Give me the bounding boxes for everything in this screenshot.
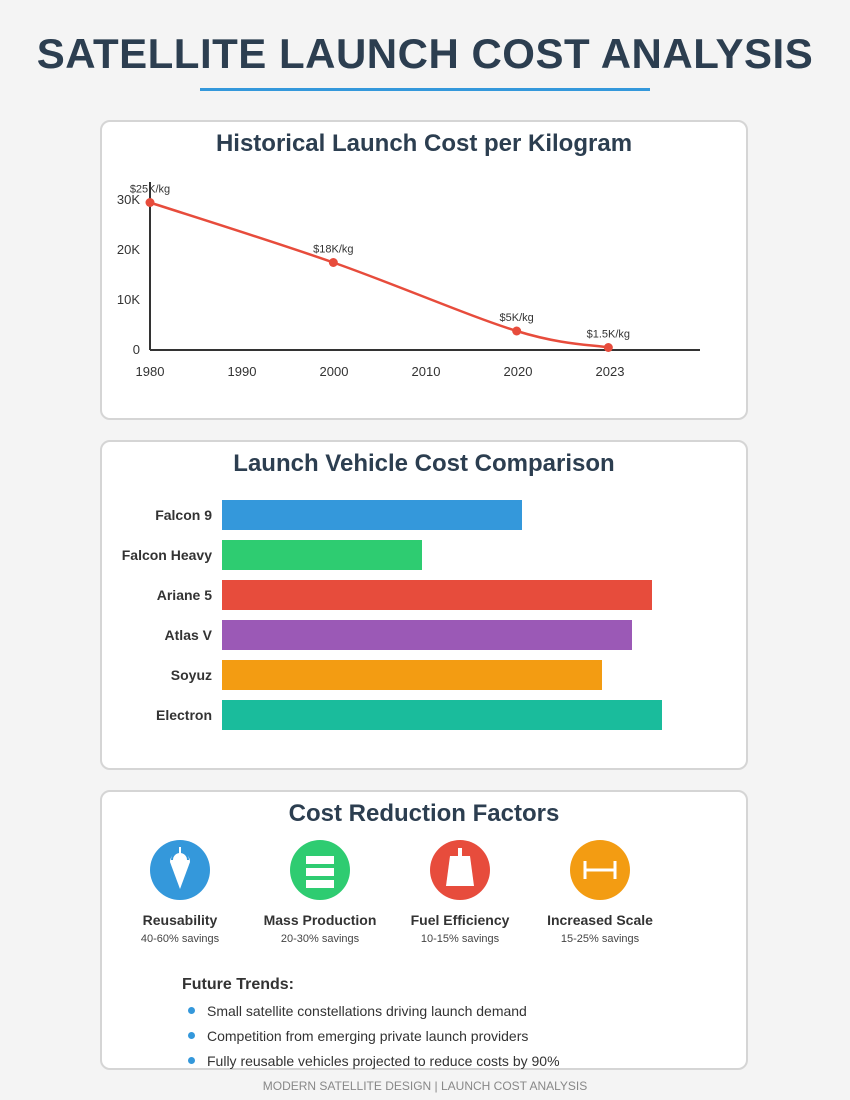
x-tick-label: 1990	[228, 364, 257, 379]
trend-text: Competition from emerging private launch…	[207, 1028, 529, 1044]
bar-ariane-5	[222, 580, 652, 610]
bar-falcon-heavy	[222, 540, 422, 570]
x-tick-label: 2010	[412, 364, 441, 379]
bar-atlas-v	[222, 620, 632, 650]
trend-item: Small satellite constellations driving l…	[188, 1003, 527, 1019]
factor-savings: 40-60% savings	[140, 933, 220, 945]
bar-category-label: Falcon 9	[155, 507, 212, 523]
factor-fuel-efficiency: Fuel Efficiency 10-15% savings	[390, 840, 530, 945]
bar-falcon-9	[222, 500, 522, 530]
factor-name: Reusability	[142, 912, 218, 928]
vehicle-cost-card: Launch Vehicle Cost Comparison Falcon 9F…	[100, 440, 748, 770]
y-tick-label: 0	[133, 342, 140, 357]
trend-text: Small satellite constellations driving l…	[207, 1003, 527, 1019]
cost-series-line	[149, 201, 609, 349]
bar-category-label: Atlas V	[164, 627, 212, 643]
factor-name: Increased Scale	[547, 912, 653, 928]
bar-soyuz	[222, 660, 602, 690]
factor-savings: 15-25% savings	[560, 933, 640, 945]
title-underline	[200, 88, 650, 91]
factor-name: Mass Production	[263, 912, 377, 928]
data-point	[328, 258, 338, 267]
footer: MODERN SATELLITE DESIGN | LAUNCH COST AN…	[262, 1079, 588, 1093]
x-tick-label: 1980	[136, 364, 165, 379]
bullet-icon	[188, 1032, 195, 1039]
trend-item: Competition from emerging private launch…	[188, 1028, 528, 1044]
y-tick-label: 10K	[117, 292, 140, 307]
cost-factors-card: Cost Reduction Factors Reusability 40-60…	[100, 790, 748, 1070]
historical-cost-card: Historical Launch Cost per Kilogram 0 10K…	[100, 120, 748, 420]
data-label: $25K/kg	[130, 184, 170, 196]
factors-title: Cost Reduction Factors	[288, 800, 560, 827]
trend-text: Fully reusable vehicles projected to red…	[207, 1053, 560, 1069]
data-point	[512, 326, 522, 336]
bar-electron	[222, 700, 662, 730]
bar-chart: Falcon 9 Falcon Heavy Ariane 5 Atlas V Soyuz…	[102, 442, 746, 768]
factor-mass-production: Mass Production 20-30% savings	[250, 840, 390, 945]
factor-reusability: Reusability 40-60% savings	[110, 840, 250, 945]
bar-category-label: Soyuz	[170, 667, 212, 683]
bar-category-label: Electron	[155, 707, 212, 723]
data-point	[603, 343, 613, 352]
data-label: $18K/kg	[313, 244, 353, 256]
future-trends-heading: Future Trends:	[182, 976, 295, 993]
bar-category-label: Falcon Heavy	[121, 547, 212, 563]
data-label: $5K/kg	[500, 312, 534, 324]
data-point	[145, 198, 155, 207]
fuel-tank-icon	[430, 840, 490, 900]
stack-icon	[290, 840, 350, 900]
x-tick-label: 2000	[320, 364, 349, 379]
line-chart: 010K20K30K1980 1990 2000 2010 2020 2023$25K/k…	[117, 182, 700, 379]
factor-increased-scale: Increased Scale 15-25% savings	[530, 840, 670, 945]
y-tick-label: 20K	[117, 242, 140, 257]
factor-savings: 20-30% savings	[280, 933, 360, 945]
trend-item: Fully reusable vehicles projected to red…	[188, 1053, 560, 1069]
bullet-icon	[188, 1057, 195, 1064]
x-tick-label: 2020	[504, 364, 533, 379]
data-label: $1.5K/kg	[587, 329, 630, 341]
factor-savings: 10-15% savings	[420, 933, 500, 945]
scale-width-icon	[570, 840, 630, 900]
x-tick-label: 2023	[596, 364, 625, 379]
bar-category-label: Ariane 5	[156, 587, 212, 603]
bullet-icon	[188, 1007, 195, 1014]
page-title: SATELLITE LAUNCH COST ANALYSIS	[36, 30, 814, 77]
rocket-icon	[150, 840, 210, 900]
factor-name: Fuel Efficiency	[410, 912, 510, 928]
